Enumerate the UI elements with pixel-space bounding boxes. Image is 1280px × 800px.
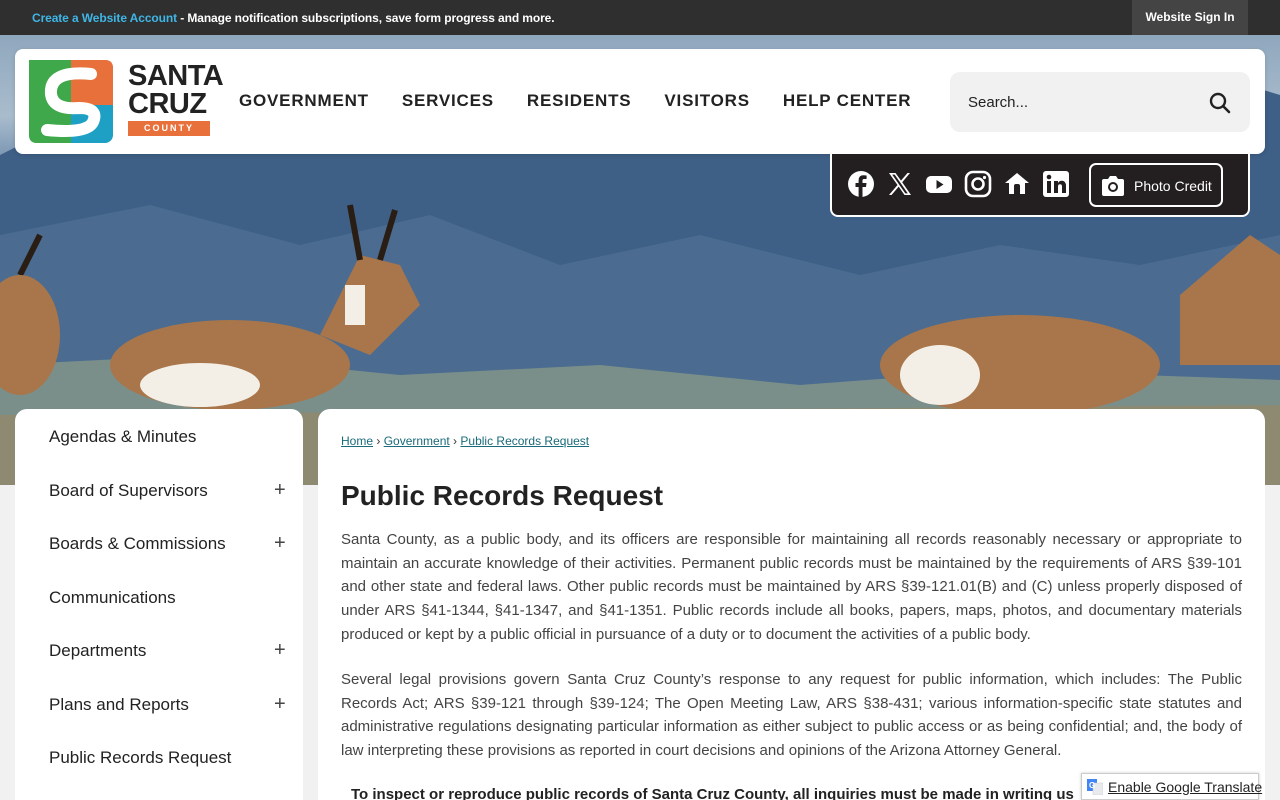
- breadcrumb-separator: ›: [449, 434, 461, 448]
- nav-residents[interactable]: RESIDENTS: [527, 91, 632, 111]
- sidebar-item-public-records-request[interactable]: Public Records Request: [49, 748, 231, 768]
- create-account-link[interactable]: Create a Website Account: [32, 11, 177, 25]
- sidebar-item-plans-reports[interactable]: Plans and Reports: [49, 695, 189, 715]
- nav-government[interactable]: GOVERNMENT: [239, 91, 369, 111]
- website-sign-in-button[interactable]: Website Sign In: [1132, 0, 1248, 35]
- linkedin-icon[interactable]: [1042, 170, 1070, 198]
- expand-plus-icon[interactable]: +: [274, 533, 286, 553]
- instagram-icon[interactable]: [964, 170, 992, 198]
- expand-plus-icon[interactable]: +: [274, 640, 286, 660]
- google-translate-label: Enable Google Translate: [1108, 779, 1263, 795]
- expand-plus-icon[interactable]: +: [274, 694, 286, 714]
- site-header: SANTA CRUZ COUNTY GOVERNMENT SERVICES RE…: [15, 49, 1265, 154]
- logo-text-santa: SANTA: [128, 60, 224, 92]
- nav-visitors[interactable]: VISITORS: [664, 91, 749, 111]
- account-message: Create a Website Account - Manage notifi…: [32, 11, 555, 25]
- create-account-description: - Manage notification subscriptions, sav…: [176, 11, 555, 25]
- search-box: [950, 72, 1250, 132]
- breadcrumb-separator: ›: [373, 434, 384, 448]
- inquiry-instructions-text: To inspect or reproduce public records o…: [351, 786, 1074, 800]
- intro-paragraph: Santa County, as a public body, and its …: [341, 531, 1242, 643]
- sidebar-item-agendas-minutes[interactable]: Agendas & Minutes: [49, 427, 196, 447]
- svg-text:G: G: [1089, 781, 1095, 790]
- search-input[interactable]: [968, 90, 1188, 114]
- expand-plus-icon[interactable]: +: [274, 480, 286, 500]
- google-translate-button[interactable]: G Enable Google Translate: [1081, 773, 1263, 800]
- county-logo-icon[interactable]: [29, 60, 113, 143]
- nextdoor-icon[interactable]: [1003, 170, 1031, 198]
- breadcrumb: Home › Government › Public Records Reque…: [341, 434, 589, 448]
- nav-services[interactable]: SERVICES: [402, 91, 494, 111]
- breadcrumb-government[interactable]: Government: [384, 434, 450, 448]
- page-title: Public Records Request: [341, 480, 664, 511]
- google-translate-icon: G: [1087, 779, 1104, 796]
- logo-text-cruz: CRUZ: [128, 88, 207, 120]
- photo-credit-label: Photo Credit: [1134, 178, 1212, 194]
- photo-credit-button[interactable]: Photo Credit: [1089, 163, 1223, 207]
- breadcrumb-home[interactable]: Home: [341, 434, 373, 448]
- camera-icon: [1100, 175, 1126, 197]
- logo-text-county: COUNTY: [128, 121, 210, 136]
- search-icon[interactable]: [1208, 91, 1232, 115]
- youtube-icon[interactable]: [925, 170, 953, 198]
- main-content: Home › Government › Public Records Reque…: [318, 409, 1265, 800]
- nav-help-center[interactable]: HELP CENTER: [783, 91, 911, 111]
- sidebar-navigation: Agendas & Minutes Board of Supervisors +…: [15, 409, 303, 800]
- sidebar-item-boards-commissions[interactable]: Boards & Commissions: [49, 534, 226, 554]
- social-media-bar: Photo Credit: [830, 154, 1250, 217]
- sidebar-item-departments[interactable]: Departments: [49, 641, 146, 661]
- legal-provisions-paragraph: Several legal provisions govern Santa Cr…: [341, 671, 1242, 760]
- main-navigation: GOVERNMENT SERVICES RESIDENTS VISITORS H…: [239, 91, 944, 111]
- sidebar-item-board-of-supervisors[interactable]: Board of Supervisors: [49, 481, 208, 501]
- top-utility-bar: Create a Website Account - Manage notifi…: [0, 0, 1280, 35]
- breadcrumb-current[interactable]: Public Records Request: [460, 434, 589, 448]
- county-logo-text[interactable]: SANTA CRUZ COUNTY: [128, 60, 224, 136]
- facebook-icon[interactable]: [847, 170, 875, 198]
- sidebar-item-communications[interactable]: Communications: [49, 588, 176, 608]
- x-twitter-icon[interactable]: [886, 170, 914, 198]
